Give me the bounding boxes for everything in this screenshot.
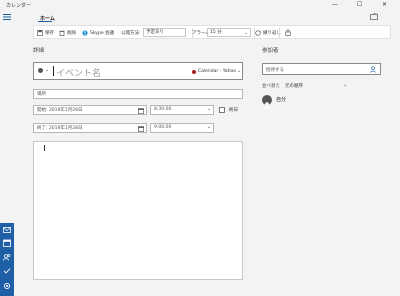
person-icon <box>264 102 270 109</box>
show-as-value: 予定あり <box>146 30 164 35</box>
emoji-icon[interactable] <box>38 68 43 73</box>
attendees-heading: 参加者 <box>262 48 279 54</box>
calendar-name[interactable]: Calendar - Yahoo <box>198 69 236 74</box>
title-bar: カレンダー — ☐ ✕ <box>0 0 400 11</box>
people-icon[interactable] <box>3 253 11 261</box>
chevron-down-icon: ⌄ <box>207 106 212 112</box>
save-label: 保存 <box>45 31 54 36</box>
sidebar-nav <box>0 223 14 296</box>
calendar-icon[interactable] <box>3 239 11 247</box>
avatar <box>262 95 272 109</box>
text-cursor <box>44 145 45 151</box>
calendar-color-dot <box>192 70 196 74</box>
settings-icon[interactable] <box>3 282 11 290</box>
save-icon <box>37 30 43 36</box>
end-date-field[interactable]: 終了: 2019年1月28日 <box>33 123 147 133</box>
delete-button[interactable]: 削除 <box>59 29 76 37</box>
sort-label: 並べ替え <box>262 84 280 89</box>
alarm-value: 15 分 <box>210 30 222 35</box>
minimize-button[interactable]: — <box>332 2 338 8</box>
skype-icon: S <box>82 30 88 36</box>
chevron-down-icon[interactable]: ⌄ <box>45 67 49 73</box>
chevron-down-icon: ⌄ <box>244 30 248 35</box>
close-button[interactable]: ✕ <box>382 2 387 8</box>
end-time-value: 9:00:00 <box>154 125 172 130</box>
event-name-field[interactable]: ⌄ イベント名 Calendar - Yahoo ⌄ <box>33 62 243 80</box>
invite-placeholder: 招待する <box>266 68 284 73</box>
delete-label: 削除 <box>67 31 76 36</box>
save-button[interactable]: 保存 <box>37 29 54 37</box>
invite-search-field[interactable]: 招待する <box>262 63 381 75</box>
add-person-icon[interactable] <box>370 66 377 73</box>
notes-editor[interactable] <box>33 141 243 280</box>
skype-label: Skype 会議 <box>90 31 115 36</box>
lock-icon[interactable] <box>285 29 291 36</box>
toolbar-divider <box>279 28 280 38</box>
show-as-dropdown[interactable]: 予定あり <box>143 28 186 37</box>
calendar-picker-icon[interactable] <box>138 108 144 114</box>
start-date-field[interactable]: 開始: 2019年1月28日 <box>33 105 147 115</box>
maximize-button[interactable]: ☐ <box>357 2 362 8</box>
chevron-down-icon[interactable]: ⌄ <box>237 68 241 74</box>
start-time-value: 8:30:00 <box>154 107 172 112</box>
skype-meeting-button[interactable]: S Skype 会議 <box>82 29 114 37</box>
sort-value: 元の順序 <box>285 84 303 89</box>
event-name-placeholder: イベント名 <box>56 69 102 79</box>
show-as-label: 公開方法: <box>121 31 141 36</box>
end-date-text: 終了: 2019年1月28日 <box>37 126 83 131</box>
window-title: カレンダー <box>6 3 32 9</box>
all-day-checkbox[interactable] <box>219 107 225 113</box>
mail-icon[interactable] <box>3 226 11 234</box>
trash-icon <box>59 30 65 36</box>
alarm-dropdown[interactable]: 15 分 ⌄ <box>207 28 251 37</box>
details-heading: 詳細 <box>33 48 45 54</box>
hamburger-icon[interactable] <box>3 13 11 21</box>
tab-underline <box>38 21 52 22</box>
repeat-icon <box>255 30 261 36</box>
calendar-picker-icon[interactable] <box>138 126 144 132</box>
toolbar: 保存 削除 S Skype 会議 公開方法: 予定あり アラーム: 15 分 ⌄… <box>33 25 391 39</box>
location-field[interactable]: 場所 <box>33 89 243 99</box>
start-time-dropdown[interactable]: 8:30:00 ⌄ <box>150 105 214 115</box>
chevron-down-icon: ⌄ <box>207 124 212 130</box>
svg-text:S: S <box>84 31 87 36</box>
text-cursor <box>53 66 54 76</box>
repeat-button[interactable]: 繰り返し <box>255 29 281 37</box>
end-time-dropdown[interactable]: 9:00:00 ⌄ <box>150 123 214 133</box>
sort-dropdown[interactable]: 元の順序 ⌄ <box>285 82 350 90</box>
start-date-text: 開始: 2019年1月28日 <box>37 108 83 113</box>
location-placeholder: 場所 <box>37 92 46 97</box>
todo-icon[interactable] <box>3 267 11 275</box>
attendee-name: 自分 <box>276 97 287 103</box>
all-day-label: 終日 <box>229 108 238 113</box>
chevron-down-icon: ⌄ <box>343 82 348 88</box>
popout-icon[interactable] <box>370 13 378 20</box>
